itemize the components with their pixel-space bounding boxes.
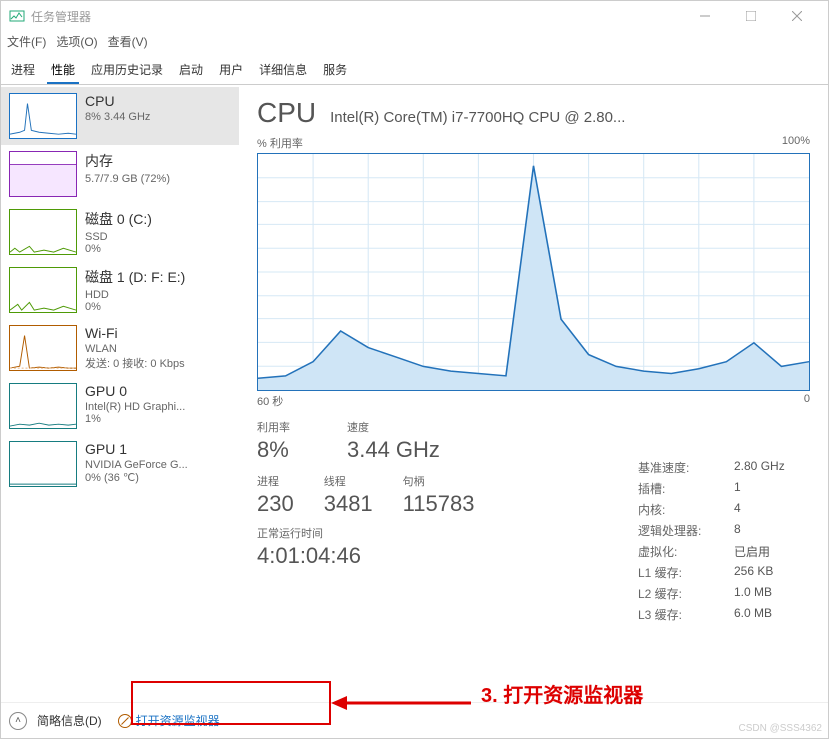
stat-value: 3481 — [324, 491, 373, 517]
sidebar-item-label: GPU 0 — [85, 383, 231, 399]
cpu-thumb — [9, 93, 77, 139]
sidebar-item-label: 磁盘 1 (D: F: E:) — [85, 267, 231, 287]
gpu-thumb — [9, 441, 77, 487]
tab-services[interactable]: 服务 — [319, 57, 351, 84]
gpu-thumb — [9, 383, 77, 429]
titlebar: 任务管理器 — [1, 1, 828, 31]
stat-value: 115783 — [403, 491, 475, 517]
disk-thumb — [9, 209, 77, 255]
annotation-text: 3. 打开资源监视器 — [481, 679, 643, 708]
chart-x-left: 60 秒 — [257, 393, 283, 409]
memory-thumb — [9, 151, 77, 197]
app-icon — [9, 8, 25, 24]
menu-options[interactable]: 选项(O) — [56, 33, 97, 51]
sidebar-item-memory[interactable]: 内存 5.7/7.9 GB (72%) — [1, 145, 239, 203]
close-button[interactable] — [774, 1, 820, 31]
tab-startup[interactable]: 启动 — [175, 57, 207, 84]
stat-label: 利用率 — [257, 419, 317, 435]
watermark: CSDN @SSS4362 — [738, 723, 822, 734]
sidebar-item-disk0[interactable]: 磁盘 0 (C:) SSD 0% — [1, 203, 239, 261]
stat-value: 230 — [257, 491, 294, 517]
chevron-up-icon[interactable]: ˄ — [9, 712, 27, 730]
annotation-arrow — [331, 691, 471, 715]
sidebar-item-label: CPU — [85, 93, 231, 109]
menu-view[interactable]: 查看(V) — [108, 33, 148, 51]
sidebar-item-disk1[interactable]: 磁盘 1 (D: F: E:) HDD 0% — [1, 261, 239, 319]
sidebar-item-label: GPU 1 — [85, 441, 231, 457]
sidebar-item-label: Wi-Fi — [85, 325, 231, 341]
wifi-thumb — [9, 325, 77, 371]
stat-label: 进程 — [257, 473, 294, 489]
stat-value: 8% — [257, 437, 317, 463]
tab-users[interactable]: 用户 — [215, 57, 247, 84]
tab-performance[interactable]: 性能 — [47, 57, 79, 84]
chart-y-label: % 利用率 — [257, 135, 303, 151]
sidebar-item-cpu[interactable]: CPU 8% 3.44 GHz — [1, 87, 239, 145]
sidebar-item-gpu0[interactable]: GPU 0 Intel(R) HD Graphi... 1% — [1, 377, 239, 435]
window-title: 任务管理器 — [31, 8, 682, 25]
tab-details[interactable]: 详细信息 — [255, 57, 311, 84]
tab-app-history[interactable]: 应用历史记录 — [87, 57, 167, 84]
cpu-usage-chart — [257, 153, 810, 391]
tab-processes[interactable]: 进程 — [7, 57, 39, 84]
fewer-details-link[interactable]: 简略信息(D) — [37, 712, 102, 729]
sidebar[interactable]: CPU 8% 3.44 GHz 内存 5.7/7.9 GB (72%) 磁盘 0… — [1, 85, 239, 703]
sidebar-item-label: 磁盘 0 (C:) — [85, 209, 231, 229]
sidebar-item-gpu1[interactable]: GPU 1 NVIDIA GeForce G... 0% (36 ℃) — [1, 435, 239, 493]
chart-y-max: 100% — [782, 135, 810, 151]
stat-label: 句柄 — [403, 473, 475, 489]
maximize-button[interactable] — [728, 1, 774, 31]
menubar: 文件(F) 选项(O) 查看(V) — [1, 31, 828, 53]
sidebar-item-wifi[interactable]: Wi-Fi WLAN 发送: 0 接收: 0 Kbps — [1, 319, 239, 377]
cpu-info-table: 基准速度:2.80 GHz 插槽:1 内核:4 逻辑处理器:8 虚拟化:已启用 … — [638, 459, 794, 627]
cpu-model: Intel(R) Core(TM) i7-7700HQ CPU @ 2.80..… — [330, 109, 810, 126]
stat-value: 3.44 GHz — [347, 437, 440, 463]
resource-monitor-icon — [118, 714, 132, 728]
sidebar-item-label: 内存 — [85, 151, 231, 171]
page-title: CPU — [257, 97, 316, 129]
menu-file[interactable]: 文件(F) — [7, 33, 46, 51]
tabbar: 进程 性能 应用历史记录 启动 用户 详细信息 服务 — [1, 53, 828, 85]
disk-thumb — [9, 267, 77, 313]
stat-label: 线程 — [324, 473, 373, 489]
minimize-button[interactable] — [682, 1, 728, 31]
open-resource-monitor-link[interactable]: 打开资源监视器 — [112, 712, 226, 729]
chart-x-right: 0 — [804, 393, 810, 409]
stat-label: 速度 — [347, 419, 440, 435]
